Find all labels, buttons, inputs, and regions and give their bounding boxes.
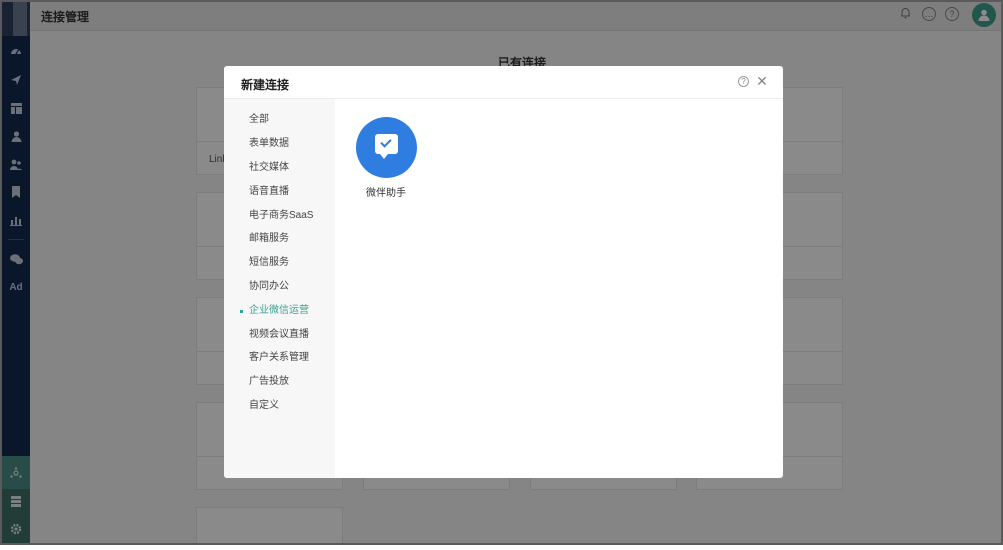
active-indicator	[240, 310, 243, 313]
close-icon[interactable]: ✕	[755, 73, 769, 89]
app-label: 微伴助手	[366, 188, 406, 199]
category-item[interactable]: 视频会议直播	[224, 325, 335, 345]
dialog-header: 新建连接 ? ✕	[224, 66, 783, 99]
category-item[interactable]: 短信服务	[224, 253, 335, 273]
category-item-active[interactable]: 企业微信运营	[224, 301, 335, 321]
category-item[interactable]: 表单数据	[224, 134, 335, 154]
category-item[interactable]: 客户关系管理	[224, 348, 335, 368]
help-circle-icon[interactable]: ?	[738, 76, 749, 87]
category-list: 全部 表单数据 社交媒体 语音直播 电子商务SaaS 邮箱服务 短信服务 协同办…	[224, 99, 335, 478]
category-item[interactable]: 电子商务SaaS	[224, 206, 335, 226]
category-item[interactable]: 协同办公	[224, 277, 335, 297]
dialog-title: 新建连接	[241, 78, 290, 92]
category-item[interactable]: 全部	[224, 110, 335, 130]
app-logo	[355, 117, 417, 178]
category-item[interactable]: 社交媒体	[224, 158, 335, 178]
category-item[interactable]: 邮箱服务	[224, 229, 335, 249]
chat-check-icon	[374, 134, 398, 159]
new-connection-dialog: 新建连接 ? ✕ 全部 表单数据 社交媒体 语音直播 电子商务SaaS 邮箱服务…	[224, 66, 783, 478]
app-tile[interactable]: 微伴助手	[355, 117, 417, 199]
category-item[interactable]: 自定义	[224, 396, 335, 416]
category-item[interactable]: 语音直播	[224, 182, 335, 202]
category-item[interactable]: 广告投放	[224, 372, 335, 392]
